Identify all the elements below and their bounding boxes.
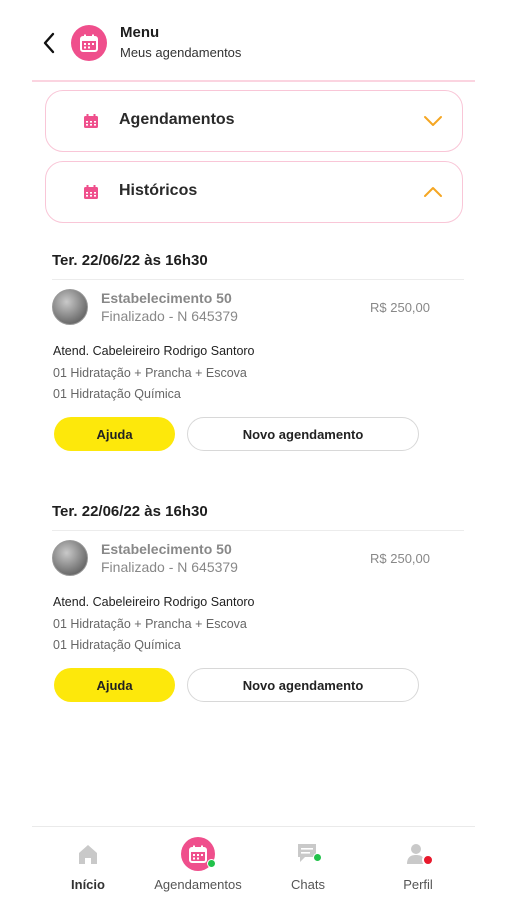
- notification-dot: [207, 859, 216, 868]
- appointment-date: Ter. 22/06/22 às 16h30: [52, 503, 208, 520]
- online-indicator: [313, 853, 322, 862]
- service-item: 01 Hidratação Química: [53, 638, 181, 652]
- header-divider: [32, 80, 475, 82]
- new-appointment-button[interactable]: Novo agendamento: [187, 417, 419, 451]
- service-item: 01 Hidratação Química: [53, 387, 181, 401]
- new-appointment-button[interactable]: Novo agendamento: [187, 668, 419, 702]
- home-icon: [79, 845, 97, 864]
- appointment-price: R$ 250,00: [370, 300, 430, 315]
- accordion-label: Agendamentos: [119, 111, 235, 128]
- alert-badge: [422, 854, 434, 866]
- calendar-icon: [181, 837, 216, 871]
- chevron-up-icon[interactable]: [422, 181, 444, 203]
- nav-item-agendamentos[interactable]: Agendamentos: [143, 836, 253, 892]
- establishment-name: Estabelecimento 50: [101, 541, 232, 557]
- chevron-down-icon[interactable]: [422, 110, 444, 132]
- establishment-name: Estabelecimento 50: [101, 290, 232, 306]
- history-card: Ter. 22/06/22 às 16h30 Estabelecimento 5…: [52, 252, 464, 472]
- card-divider: [52, 279, 464, 280]
- help-button[interactable]: Ajuda: [54, 417, 175, 451]
- calendar-icon: [84, 114, 98, 128]
- nav-item-inicio[interactable]: Início: [33, 836, 143, 892]
- bottom-nav-divider: [32, 826, 475, 827]
- appointment-date: Ter. 22/06/22 às 16h30: [52, 252, 208, 269]
- attendant-name: Atend. Cabeleireiro Rodrigo Santoro: [53, 595, 255, 609]
- nav-item-chats[interactable]: Chats: [253, 836, 363, 892]
- establishment-avatar: [52, 289, 88, 325]
- nav-label: Agendamentos: [154, 877, 242, 892]
- appointment-status: Finalizado - N 645379: [101, 308, 238, 324]
- nav-label: Perfil: [403, 877, 433, 892]
- history-card: Ter. 22/06/22 às 16h30 Estabelecimento 5…: [52, 503, 464, 723]
- attendant-name: Atend. Cabeleireiro Rodrigo Santoro: [53, 344, 255, 358]
- nav-item-perfil[interactable]: Perfil: [363, 836, 473, 892]
- accordion-label: Históricos: [119, 182, 198, 199]
- service-item: 01 Hidratação + Prancha + Escova: [53, 366, 247, 380]
- establishment-avatar: [52, 540, 88, 576]
- chevron-left-icon: [43, 32, 55, 54]
- service-item: 01 Hidratação + Prancha + Escova: [53, 617, 247, 631]
- back-button[interactable]: [38, 30, 60, 56]
- nav-label: Chats: [291, 877, 325, 892]
- page-title: Menu: [120, 24, 160, 41]
- appointment-status: Finalizado - N 645379: [101, 559, 238, 575]
- page-subtitle: Meus agendamentos: [120, 45, 242, 60]
- calendar-icon: [84, 185, 98, 199]
- accordion-agendamentos[interactable]: Agendamentos: [45, 90, 463, 152]
- appointment-price: R$ 250,00: [370, 551, 430, 566]
- app-header: Menu Meus agendamentos: [0, 0, 507, 80]
- calendar-icon: [71, 25, 107, 61]
- help-button[interactable]: Ajuda: [54, 668, 175, 702]
- card-divider: [52, 530, 464, 531]
- nav-label: Início: [71, 877, 105, 892]
- accordion-historicos[interactable]: Históricos: [45, 161, 463, 223]
